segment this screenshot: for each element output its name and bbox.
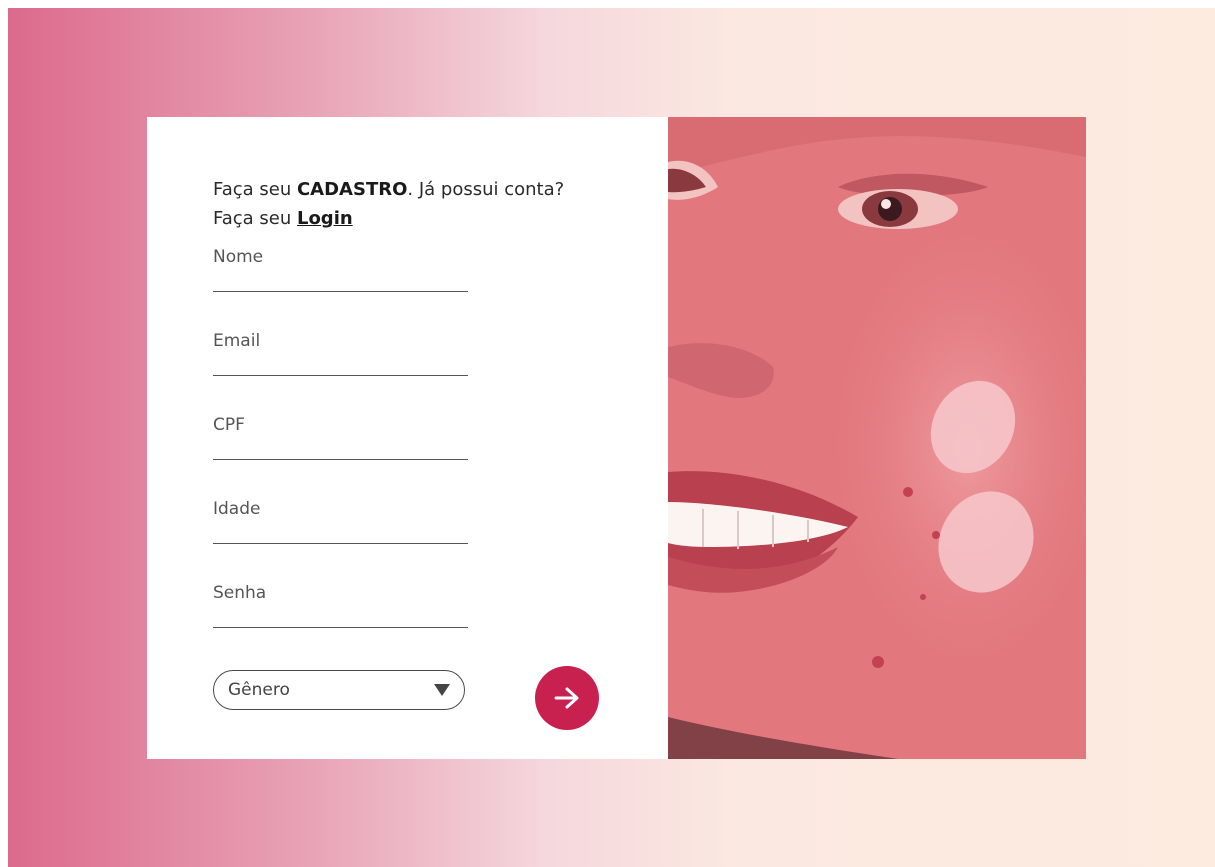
idade-label: Idade	[213, 499, 261, 519]
nome-underline	[213, 291, 468, 292]
triangle-down-icon	[434, 684, 450, 696]
intro-line-1: Faça seu CADASTRO. Já possui conta?	[213, 175, 564, 204]
signup-card: Faça seu CADASTRO. Já possui conta? Faça…	[147, 117, 1086, 759]
intro-text: . Já possui conta?	[407, 179, 565, 200]
cpf-underline	[213, 459, 468, 460]
intro-text: Faça seu	[213, 208, 297, 229]
senha-input[interactable]	[213, 601, 472, 629]
nome-label: Nome	[213, 247, 264, 267]
nome-input[interactable]	[213, 265, 472, 293]
intro-line-2: Faça seu Login	[213, 204, 564, 233]
intro-text: Faça seu	[213, 179, 297, 200]
idade-field: Idade	[213, 499, 472, 545]
email-input[interactable]	[213, 349, 472, 377]
face-illustration	[668, 117, 1086, 759]
hero-photo	[668, 117, 1086, 759]
email-label: Email	[213, 331, 261, 351]
senha-underline	[213, 627, 468, 628]
cpf-input[interactable]	[213, 433, 472, 461]
login-link[interactable]: Login	[297, 208, 353, 229]
senha-label: Senha	[213, 583, 267, 603]
signup-intro: Faça seu CADASTRO. Já possui conta? Faça…	[213, 175, 564, 233]
nome-field: Nome	[213, 247, 472, 293]
email-field: Email	[213, 331, 472, 377]
signup-form-panel: Faça seu CADASTRO. Já possui conta? Faça…	[147, 117, 668, 759]
cpf-label: CPF	[213, 415, 245, 435]
intro-cadastro-bold: CADASTRO	[296, 179, 408, 200]
senha-field: Senha	[213, 583, 472, 629]
email-underline	[213, 375, 468, 376]
idade-input[interactable]	[213, 517, 472, 545]
arrow-right-icon	[554, 687, 579, 709]
genero-select-value: Gênero	[228, 680, 290, 700]
idade-underline	[213, 543, 468, 544]
genero-select[interactable]: Gênero	[213, 670, 465, 710]
submit-button[interactable]	[535, 666, 599, 730]
cpf-field: CPF	[213, 415, 472, 461]
